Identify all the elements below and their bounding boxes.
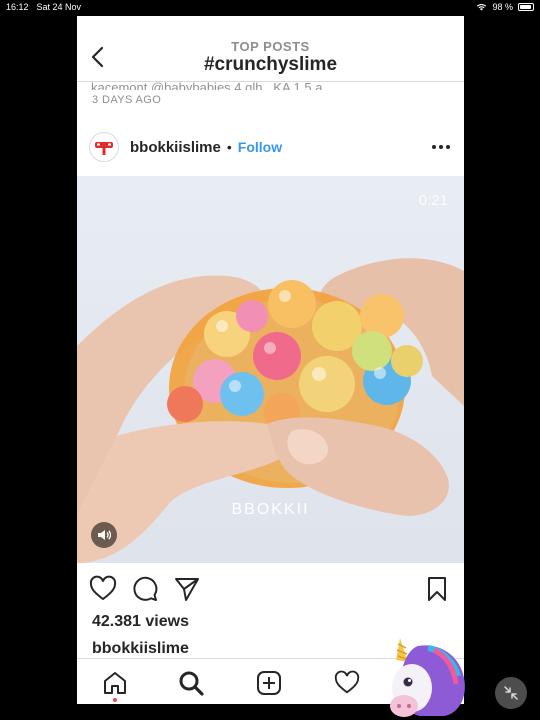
status-date: Sat 24 Nov (36, 2, 82, 12)
heart-icon[interactable] (89, 575, 117, 603)
tab-new-post[interactable] (254, 669, 284, 697)
follow-button[interactable]: Follow (238, 139, 282, 155)
battery-percent: 98 % (492, 2, 513, 12)
post-username[interactable]: bbokkiislime (130, 139, 221, 156)
send-icon[interactable] (173, 575, 201, 603)
more-horizontal-icon[interactable] (432, 143, 452, 151)
post-actions (77, 571, 464, 605)
add-post-icon (257, 671, 281, 695)
video-timer: 0:21 (418, 192, 448, 209)
profile-unicorn-icon[interactable] (378, 636, 470, 720)
tab-activity[interactable] (332, 669, 362, 697)
previous-post-time: 3 DAYS AGO (92, 94, 162, 106)
status-time: 16:12 (6, 2, 29, 12)
home-icon (104, 672, 126, 694)
bookmark-icon[interactable] (423, 575, 451, 603)
post-header: bbokkiislime • Follow (77, 126, 464, 168)
navigation-bar: TOP POSTS #crunchyslime (77, 16, 464, 82)
comment-icon[interactable] (131, 575, 159, 603)
tab-home[interactable] (100, 669, 130, 697)
wifi-icon (477, 4, 487, 11)
video-watermark: BBOKKII (231, 501, 310, 518)
caption-username[interactable]: bbokkiislime (92, 640, 189, 658)
speaker-icon[interactable] (91, 522, 117, 548)
tab-search[interactable] (176, 669, 206, 697)
collapse-arrows-icon (504, 686, 518, 700)
instagram-app-window: TOP POSTS #crunchyslime kacemont @babyba… (77, 16, 464, 704)
battery-icon (518, 3, 534, 11)
view-count: 42.381 views (92, 613, 189, 630)
search-icon (179, 671, 204, 696)
page-title: #crunchyslime (203, 54, 338, 75)
avatar[interactable] (89, 132, 119, 162)
home-notification-dot (113, 698, 117, 702)
post-video[interactable]: 0:21 BBOKKII (77, 176, 464, 563)
separator-dot: • (226, 139, 232, 155)
minimize-picture-button[interactable] (495, 677, 527, 709)
activity-heart-icon (334, 670, 360, 694)
page-subtitle: TOP POSTS (231, 39, 310, 54)
status-bar: 16:12 Sat 24 Nov 98 % (0, 0, 540, 14)
avatar-logo (95, 142, 113, 155)
